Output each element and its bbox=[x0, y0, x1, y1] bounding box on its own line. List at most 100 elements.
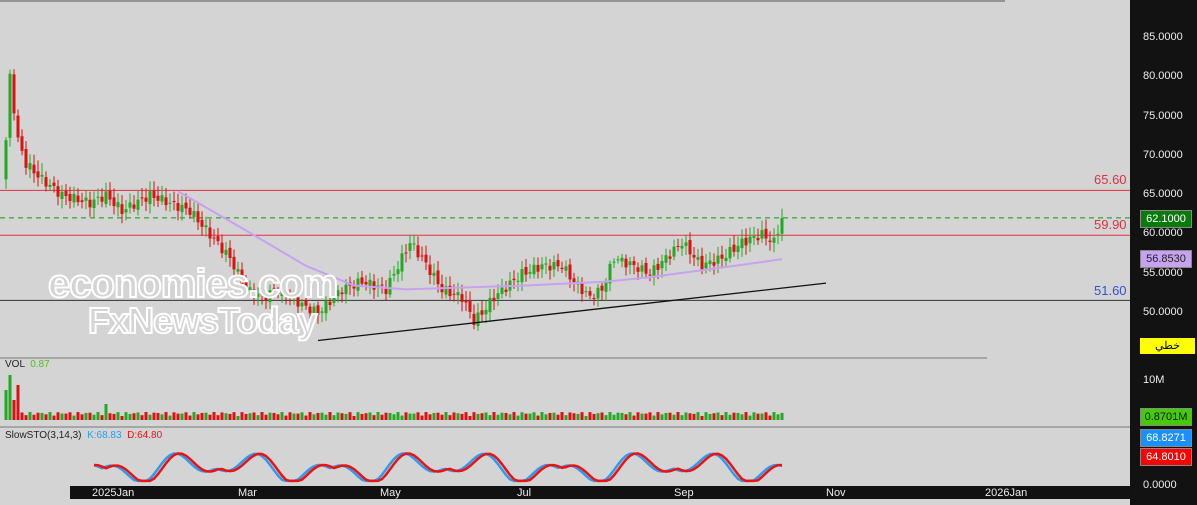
volume-bar bbox=[148, 414, 152, 420]
candle-body bbox=[568, 264, 572, 280]
volume-bar bbox=[532, 412, 536, 420]
volume-bar bbox=[284, 415, 288, 420]
candle-body bbox=[676, 246, 680, 248]
candle-body bbox=[416, 245, 420, 258]
volume-bar bbox=[396, 412, 400, 420]
candle-body bbox=[724, 257, 728, 261]
volume-bar bbox=[388, 412, 392, 420]
volume-bar bbox=[408, 413, 412, 420]
candle-body bbox=[144, 197, 148, 202]
candle-body bbox=[708, 260, 712, 265]
volume-bar bbox=[92, 414, 96, 420]
volume-bar bbox=[636, 412, 640, 420]
volume-bar bbox=[276, 414, 280, 420]
candle-body bbox=[596, 287, 600, 299]
candle-body bbox=[760, 230, 764, 239]
volume-bar bbox=[220, 412, 224, 420]
volume-bar bbox=[632, 415, 636, 420]
candle-body bbox=[716, 255, 720, 264]
price-tick-label: 70.0000 bbox=[1143, 148, 1183, 161]
sto-title: SlowSTO(3,14,3) K:68.83 D:64.80 bbox=[5, 430, 163, 441]
volume-bar bbox=[128, 413, 132, 420]
volume-bar bbox=[160, 414, 164, 420]
volume-bar bbox=[132, 413, 136, 420]
volume-bar bbox=[32, 414, 36, 420]
candle-body bbox=[88, 199, 92, 208]
volume-bar bbox=[344, 413, 348, 420]
candle-body bbox=[344, 284, 348, 295]
volume-bar bbox=[84, 412, 88, 420]
volume-bar bbox=[260, 412, 264, 420]
candle-body bbox=[164, 197, 168, 206]
volume-bar bbox=[468, 415, 472, 420]
candle-body bbox=[744, 237, 748, 246]
volume-bar bbox=[616, 412, 620, 420]
candle-body bbox=[100, 196, 104, 202]
trendline bbox=[317, 282, 827, 342]
volume-bar bbox=[520, 412, 524, 420]
candle-body bbox=[740, 238, 744, 249]
volume-bar bbox=[192, 412, 196, 420]
volume-bar bbox=[248, 413, 252, 420]
candle-body bbox=[4, 140, 8, 180]
candle-body bbox=[368, 279, 372, 287]
candle-body bbox=[432, 272, 436, 276]
volume-bar bbox=[592, 413, 596, 420]
volume-bar bbox=[664, 412, 668, 420]
volume-bar bbox=[612, 414, 616, 420]
candle-body bbox=[732, 244, 736, 252]
volume-bar bbox=[568, 412, 572, 420]
candle-body bbox=[500, 287, 504, 294]
watermark-fxnewstoday: FxNewsToday bbox=[87, 299, 318, 342]
candle-body bbox=[192, 211, 196, 218]
candle-body bbox=[504, 289, 508, 292]
candle-body bbox=[36, 171, 40, 178]
k-value-tag: 68.8271 bbox=[1140, 429, 1192, 447]
candle-body bbox=[496, 293, 500, 299]
volume-bar bbox=[552, 412, 556, 420]
candle-body bbox=[160, 195, 164, 202]
candle-body bbox=[24, 148, 28, 168]
candle-body bbox=[64, 190, 68, 196]
volume-axis-label: 10M bbox=[1143, 374, 1165, 386]
candle-body bbox=[224, 249, 228, 255]
candle-body bbox=[544, 263, 548, 265]
volume-bar bbox=[356, 412, 360, 420]
volume-bar bbox=[324, 414, 328, 420]
candle-body bbox=[772, 237, 776, 243]
volume-bar bbox=[476, 413, 480, 420]
level-label-51-60: 51.60 bbox=[1094, 283, 1127, 298]
candle-body bbox=[108, 190, 112, 200]
candle-body bbox=[412, 243, 416, 245]
candle-body bbox=[584, 291, 588, 293]
candle-body bbox=[636, 267, 640, 272]
candle-body bbox=[392, 273, 396, 276]
volume-bar bbox=[280, 412, 284, 420]
volume-bar bbox=[420, 415, 424, 420]
volume-bar bbox=[212, 412, 216, 420]
candle-body bbox=[364, 281, 368, 285]
volume-bar bbox=[624, 414, 628, 420]
volume-bar bbox=[572, 413, 576, 420]
volume-bar bbox=[308, 412, 312, 420]
time-tick-label: Nov bbox=[826, 487, 846, 499]
volume-bar bbox=[460, 413, 464, 420]
volume-bar bbox=[204, 412, 208, 420]
volume-bar bbox=[312, 414, 316, 420]
volume-bar bbox=[88, 412, 92, 420]
chart-mode-label[interactable]: خطي bbox=[1140, 338, 1195, 354]
volume-bar bbox=[500, 412, 504, 420]
chart-window: 85.0000 80.0000 75.0000 70.0000 65.0000 60.00… bbox=[0, 0, 1197, 505]
volume-bar bbox=[68, 412, 72, 420]
volume-bar bbox=[196, 414, 200, 420]
candle-body bbox=[20, 136, 24, 151]
volume-bar bbox=[364, 413, 368, 420]
volume-bar bbox=[584, 415, 588, 420]
candle-body bbox=[548, 265, 552, 271]
volume-bar bbox=[684, 412, 688, 420]
volume-bar bbox=[452, 412, 456, 420]
volume-bar bbox=[496, 414, 500, 420]
volume-bar bbox=[752, 412, 756, 420]
candle-body bbox=[556, 260, 560, 267]
chart-canvas[interactable] bbox=[0, 0, 1130, 505]
